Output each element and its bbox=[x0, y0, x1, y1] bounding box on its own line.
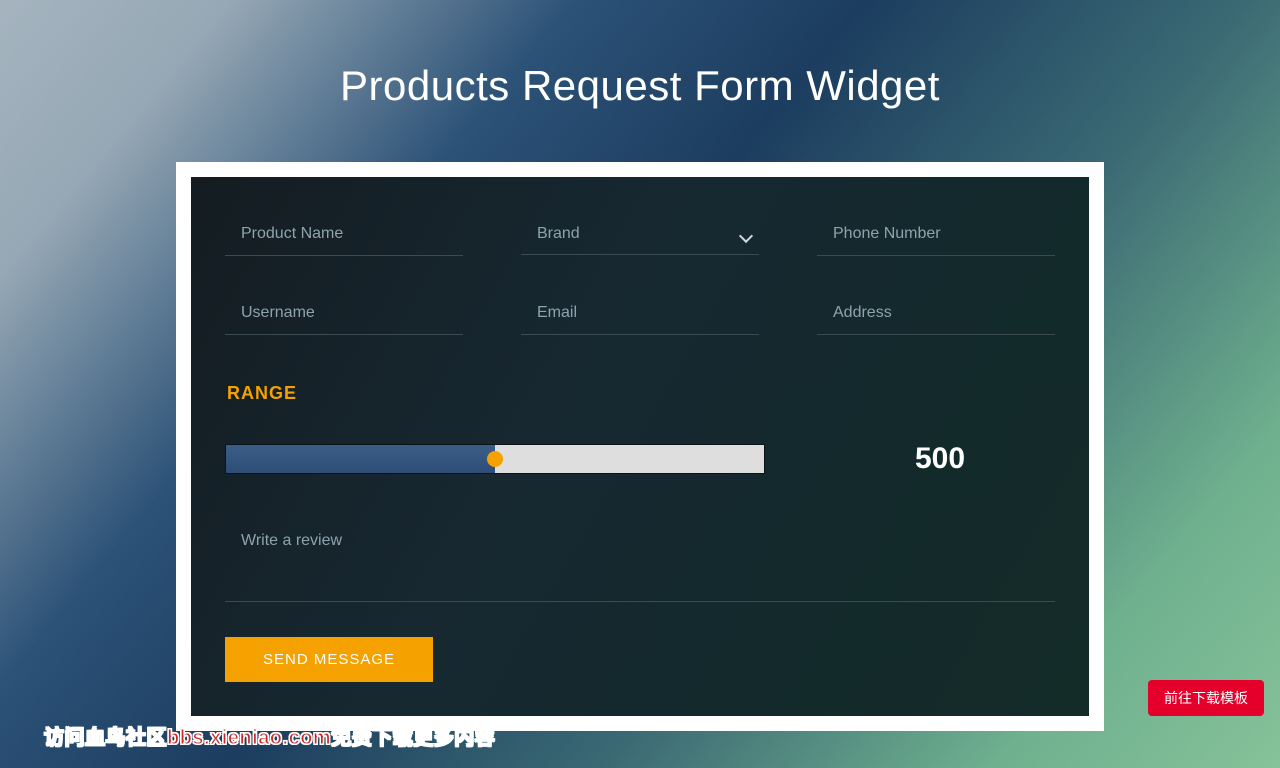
brand-select[interactable]: Brand bbox=[521, 225, 759, 255]
product-name-input[interactable] bbox=[225, 225, 463, 256]
form-row-2 bbox=[225, 304, 1055, 335]
page-title: Products Request Form Widget bbox=[0, 0, 1280, 110]
review-textarea[interactable] bbox=[225, 530, 1055, 602]
phone-input[interactable] bbox=[817, 225, 1055, 256]
username-input[interactable] bbox=[225, 304, 463, 335]
form-row-1: Brand bbox=[225, 225, 1055, 256]
watermark-text: 访问血鸟社区bbs.xieniao.com免费下载更多内容 bbox=[44, 721, 495, 750]
email-input[interactable] bbox=[521, 304, 759, 335]
form-card: Brand RANGE bbox=[191, 177, 1089, 716]
slider-fill bbox=[226, 445, 495, 473]
slider-track bbox=[225, 444, 765, 474]
download-template-button[interactable]: 前往下载模板 bbox=[1148, 680, 1264, 716]
range-row: 500 bbox=[225, 442, 1055, 476]
range-label: RANGE bbox=[227, 383, 1055, 404]
slider-thumb[interactable] bbox=[487, 451, 503, 467]
address-input[interactable] bbox=[817, 304, 1055, 335]
brand-select-wrap: Brand bbox=[521, 225, 759, 256]
send-message-button[interactable]: SEND MESSAGE bbox=[225, 637, 433, 682]
range-slider[interactable] bbox=[225, 444, 765, 474]
range-value: 500 bbox=[825, 442, 1055, 476]
form-card-outer: Brand RANGE bbox=[176, 162, 1104, 731]
